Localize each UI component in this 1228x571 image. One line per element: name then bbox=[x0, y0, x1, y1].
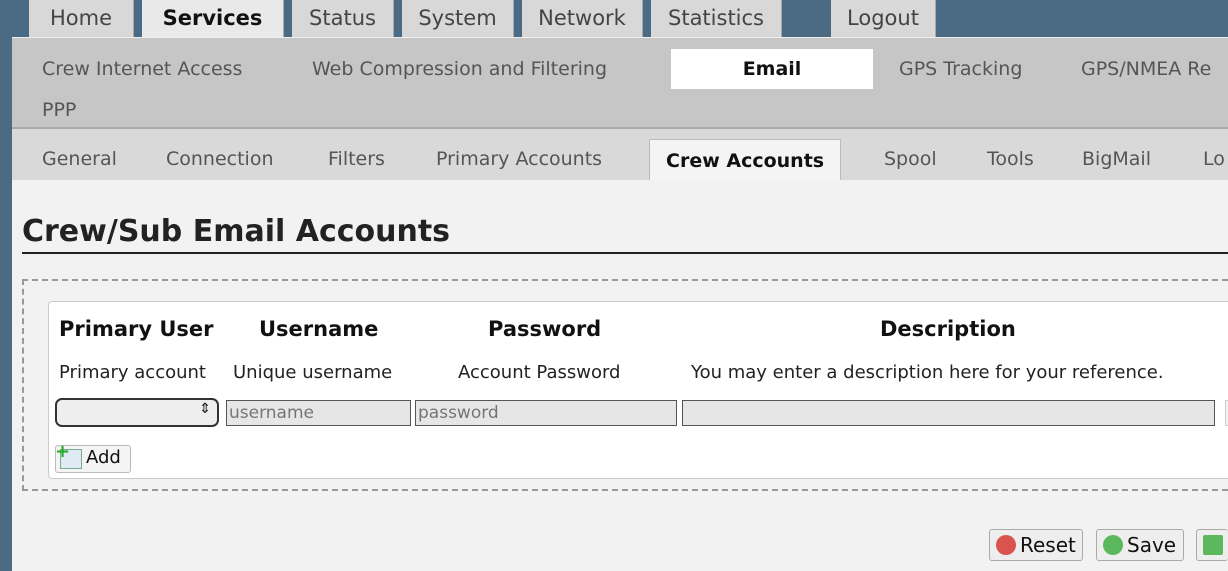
tab-home[interactable]: Home bbox=[29, 0, 134, 37]
header-password: Password bbox=[488, 317, 602, 341]
add-button[interactable]: Add bbox=[55, 441, 131, 473]
tab-bigmail[interactable]: BigMail bbox=[1082, 148, 1151, 170]
subnav-web-compression[interactable]: Web Compression and Filtering bbox=[312, 58, 607, 80]
tab-tools[interactable]: Tools bbox=[987, 148, 1034, 170]
subnav-crew-internet-access[interactable]: Crew Internet Access bbox=[42, 58, 242, 80]
page-title: Crew/Sub Email Accounts bbox=[22, 214, 451, 249]
tab-connection[interactable]: Connection bbox=[166, 148, 274, 170]
reset-icon bbox=[996, 535, 1016, 555]
add-label: Add bbox=[86, 447, 121, 468]
tab-primary-accounts[interactable]: Primary Accounts bbox=[436, 148, 602, 170]
tab-statistics[interactable]: Statistics bbox=[651, 0, 782, 37]
description-input[interactable] bbox=[682, 400, 1215, 426]
email-tabs: General Connection Filters Primary Accou… bbox=[12, 127, 1228, 182]
hint-password: Account Password bbox=[458, 362, 621, 383]
tab-filters[interactable]: Filters bbox=[328, 148, 385, 170]
tab-general[interactable]: General bbox=[42, 148, 117, 170]
password-input[interactable] bbox=[415, 400, 677, 426]
header-primary-user: Primary User bbox=[59, 317, 214, 341]
reset-button[interactable]: Reset bbox=[989, 529, 1083, 561]
main-content: Crew/Sub Email Accounts Primary User Use… bbox=[12, 180, 1228, 571]
hint-username: Unique username bbox=[233, 362, 393, 383]
tab-services[interactable]: Services bbox=[142, 0, 284, 37]
subnav-email[interactable]: Email bbox=[671, 49, 873, 89]
header-username: Username bbox=[259, 317, 379, 341]
hint-primary-user: Primary account bbox=[59, 362, 206, 383]
select-arrows-icon: ⇕ bbox=[199, 401, 211, 417]
tab-spool[interactable]: Spool bbox=[884, 148, 937, 170]
primary-user-select[interactable]: ⇕ bbox=[55, 398, 219, 427]
save-button[interactable]: Save bbox=[1096, 529, 1184, 561]
services-subnav: Crew Internet Access Web Compression and… bbox=[12, 37, 1228, 128]
subnav-ppp[interactable]: PPP bbox=[42, 99, 76, 121]
tab-logout[interactable]: Logout bbox=[831, 0, 936, 37]
tab-system[interactable]: System bbox=[402, 0, 514, 37]
next-button[interactable] bbox=[1196, 529, 1228, 561]
reset-label: Reset bbox=[1020, 533, 1076, 557]
save-check-icon bbox=[1103, 535, 1123, 555]
header-description: Description bbox=[880, 317, 1016, 341]
tab-log[interactable]: Lo bbox=[1203, 148, 1225, 170]
app-frame: Home Services Status System Network Stat… bbox=[12, 0, 1228, 571]
subnav-gps-nmea[interactable]: GPS/NMEA Re bbox=[1081, 58, 1211, 80]
tab-status[interactable]: Status bbox=[292, 0, 394, 37]
title-divider bbox=[22, 252, 1228, 254]
hint-description: You may enter a description here for you… bbox=[691, 362, 1164, 383]
add-icon bbox=[55, 441, 82, 469]
save-label: Save bbox=[1127, 533, 1177, 557]
tab-crew-accounts[interactable]: Crew Accounts bbox=[649, 139, 842, 181]
subnav-gps-tracking[interactable]: GPS Tracking bbox=[899, 58, 1022, 80]
username-input[interactable] bbox=[226, 400, 411, 426]
accounts-table: Primary User Username Password Descripti… bbox=[48, 301, 1228, 479]
play-icon bbox=[1203, 535, 1223, 555]
tab-network[interactable]: Network bbox=[522, 0, 643, 37]
